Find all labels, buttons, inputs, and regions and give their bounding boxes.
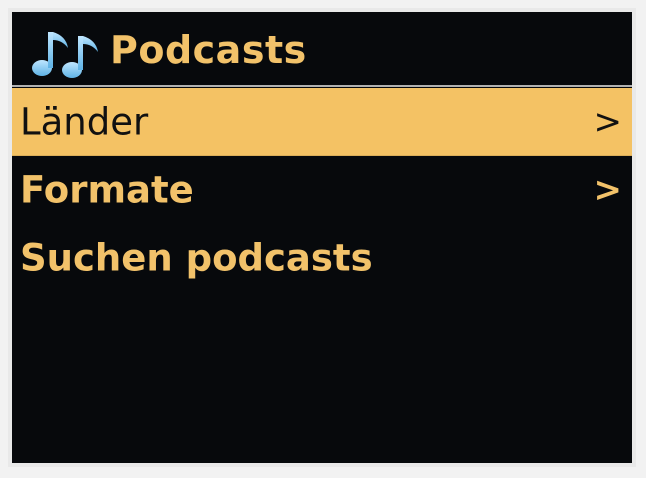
header-divider	[12, 85, 632, 87]
chevron-right-icon: >	[593, 170, 623, 210]
menu-item-laender[interactable]: Länder >	[12, 88, 632, 156]
menu-item-formate[interactable]: Formate >	[12, 156, 632, 224]
display-screen: Podcasts Länder > Formate > Suchen podca…	[12, 12, 632, 463]
device-bezel: Podcasts Länder > Formate > Suchen podca…	[8, 8, 636, 467]
menu-item-label: Suchen podcasts	[20, 236, 373, 280]
music-notes-icon	[28, 24, 104, 80]
menu-item-label: Länder	[20, 100, 149, 144]
screen-header: Podcasts	[12, 12, 632, 84]
menu-item-suchen-podcasts[interactable]: Suchen podcasts	[12, 224, 632, 292]
menu-item-label: Formate	[20, 168, 194, 212]
podcast-menu: Länder > Formate > Suchen podcasts	[12, 88, 632, 292]
page-title: Podcasts	[110, 28, 307, 72]
chevron-right-icon: >	[593, 102, 623, 142]
